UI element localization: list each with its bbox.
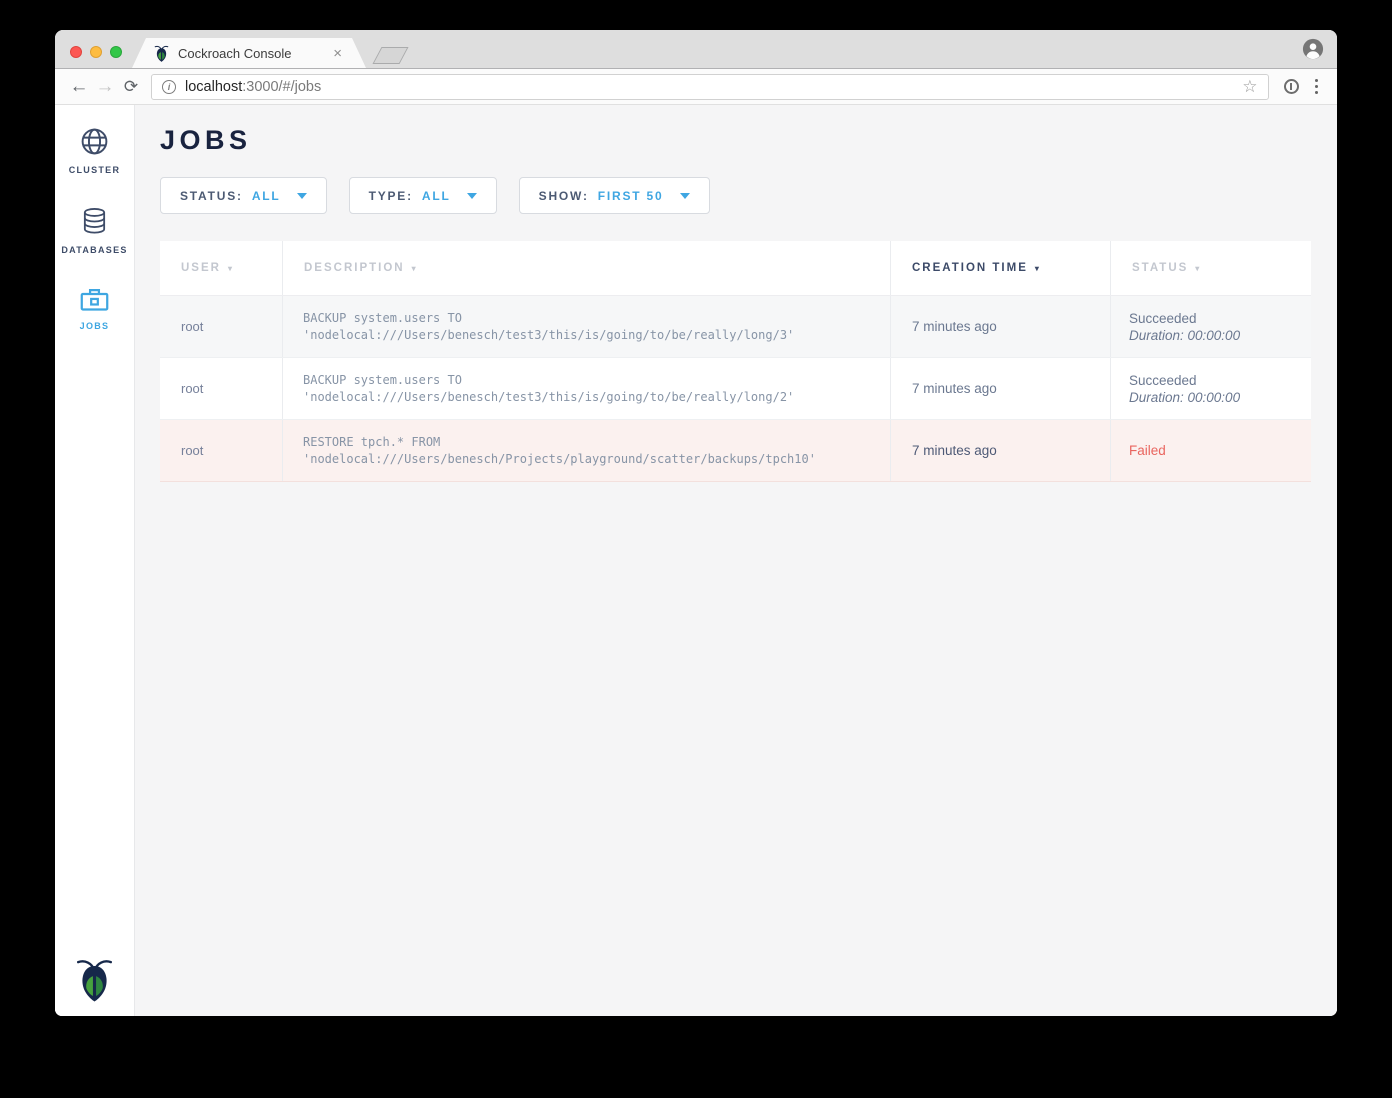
reload-button[interactable]: ⟳ (118, 78, 144, 95)
page-info-icon[interactable]: i (162, 80, 176, 94)
filter-value: ALL (422, 189, 451, 203)
chevron-down-icon (297, 193, 307, 199)
filter-bar: STATUS: ALL TYPE: ALL SHOW: FIRST 50 (160, 177, 1311, 214)
job-creation-time-cell: 7 minutes ago (890, 296, 1110, 357)
job-status-cell: Succeeded Duration: 00:00:00 (1110, 296, 1311, 357)
sort-arrow-icon: ▾ (1195, 264, 1201, 273)
filter-label: STATUS: (180, 189, 243, 203)
job-creation-time-cell: 7 minutes ago (890, 420, 1110, 481)
filter-label: TYPE: (369, 189, 413, 203)
job-user-cell: root (160, 296, 282, 357)
tab-title: Cockroach Console (178, 46, 324, 61)
job-description-cell: BACKUP system.users TO 'nodelocal:///Use… (282, 296, 890, 357)
desktop-background: { "browser": { "tab_title": "Cockroach C… (0, 0, 1392, 1098)
extension-icon[interactable] (1284, 79, 1299, 94)
profile-avatar-icon[interactable] (1302, 38, 1324, 60)
sidebar-item-label: JOBS (80, 321, 110, 331)
tab-strip: Cockroach Console × (55, 30, 1337, 69)
job-duration: Duration: 00:00:00 (1129, 390, 1240, 405)
sort-arrow-icon: ▾ (1035, 264, 1041, 273)
job-description-cell: BACKUP system.users TO 'nodelocal:///Use… (282, 358, 890, 419)
briefcase-icon (79, 286, 110, 313)
url-text: localhost:3000/#/jobs (185, 79, 321, 95)
column-header-description[interactable]: DESCRIPTION▾ (282, 241, 890, 295)
database-icon (80, 206, 109, 237)
sidebar-item-jobs[interactable]: JOBS (79, 286, 110, 331)
filter-value: FIRST 50 (598, 189, 664, 203)
table-header-row: USER▾ DESCRIPTION▾ CREATION TIME▾ STATUS… (160, 241, 1311, 296)
sidebar-item-cluster[interactable]: CLUSTER (69, 126, 121, 175)
jobs-table-body: root BACKUP system.users TO 'nodelocal:/… (160, 296, 1311, 482)
minimize-window-button[interactable] (90, 46, 102, 58)
browser-toolbar: ← → ⟳ i localhost:3000/#/jobs ☆ (55, 69, 1337, 105)
cockroach-favicon-icon (154, 44, 169, 62)
job-status-cell: Succeeded Duration: 00:00:00 (1110, 358, 1311, 419)
show-filter-dropdown[interactable]: SHOW: FIRST 50 (519, 177, 710, 214)
close-window-button[interactable] (70, 46, 82, 58)
bookmark-star-icon[interactable]: ☆ (1242, 78, 1257, 95)
table-row[interactable]: root BACKUP system.users TO 'nodelocal:/… (160, 358, 1311, 420)
main-content: JOBS STATUS: ALL TYPE: ALL SHOW: FIRST 5… (135, 105, 1337, 1016)
column-header-user[interactable]: USER▾ (160, 241, 282, 295)
address-bar[interactable]: i localhost:3000/#/jobs ☆ (151, 74, 1269, 100)
sidebar-item-databases[interactable]: DATABASES (61, 206, 127, 255)
table-row[interactable]: root BACKUP system.users TO 'nodelocal:/… (160, 296, 1311, 358)
chevron-down-icon (680, 193, 690, 199)
job-description-cell: RESTORE tpch.* FROM 'nodelocal:///Users/… (282, 420, 890, 481)
status-badge: Succeeded (1129, 373, 1197, 388)
job-status-cell: Failed (1110, 420, 1311, 481)
page-title: JOBS (160, 127, 1311, 154)
column-header-creation-time[interactable]: CREATION TIME▾ (890, 241, 1110, 295)
status-filter-dropdown[interactable]: STATUS: ALL (160, 177, 327, 214)
status-badge: Succeeded (1129, 311, 1197, 326)
window-controls (70, 46, 122, 58)
sort-arrow-icon: ▾ (228, 264, 234, 273)
table-row[interactable]: root RESTORE tpch.* FROM 'nodelocal:///U… (160, 420, 1311, 482)
browser-tab[interactable]: Cockroach Console × (132, 38, 366, 68)
tab-close-icon[interactable]: × (333, 46, 342, 61)
browser-menu-icon[interactable] (1307, 75, 1327, 99)
filter-value: ALL (252, 189, 281, 203)
sidebar-item-label: CLUSTER (69, 165, 121, 175)
zoom-window-button[interactable] (110, 46, 122, 58)
job-duration: Duration: 00:00:00 (1129, 328, 1240, 343)
cockroach-logo-icon (75, 955, 114, 1002)
job-creation-time-cell: 7 minutes ago (890, 358, 1110, 419)
browser-window: Cockroach Console × ← → ⟳ i localhost:30… (55, 30, 1337, 1016)
job-user-cell: root (160, 358, 282, 419)
forward-button[interactable]: → (92, 77, 118, 96)
column-header-status[interactable]: STATUS▾ (1110, 241, 1311, 295)
sort-arrow-icon: ▾ (412, 264, 418, 273)
jobs-table: USER▾ DESCRIPTION▾ CREATION TIME▾ STATUS… (160, 241, 1311, 482)
job-user-cell: root (160, 420, 282, 481)
admin-console: CLUSTER DATABASES JOBS (55, 105, 1337, 1016)
sidebar-item-label: DATABASES (61, 245, 127, 255)
chevron-down-icon (467, 193, 477, 199)
filter-label: SHOW: (539, 189, 589, 203)
sidebar: CLUSTER DATABASES JOBS (55, 105, 135, 1016)
new-tab-button[interactable] (372, 47, 408, 64)
status-badge: Failed (1129, 443, 1166, 458)
type-filter-dropdown[interactable]: TYPE: ALL (349, 177, 497, 214)
back-button[interactable]: ← (66, 77, 92, 96)
globe-icon (79, 126, 110, 157)
